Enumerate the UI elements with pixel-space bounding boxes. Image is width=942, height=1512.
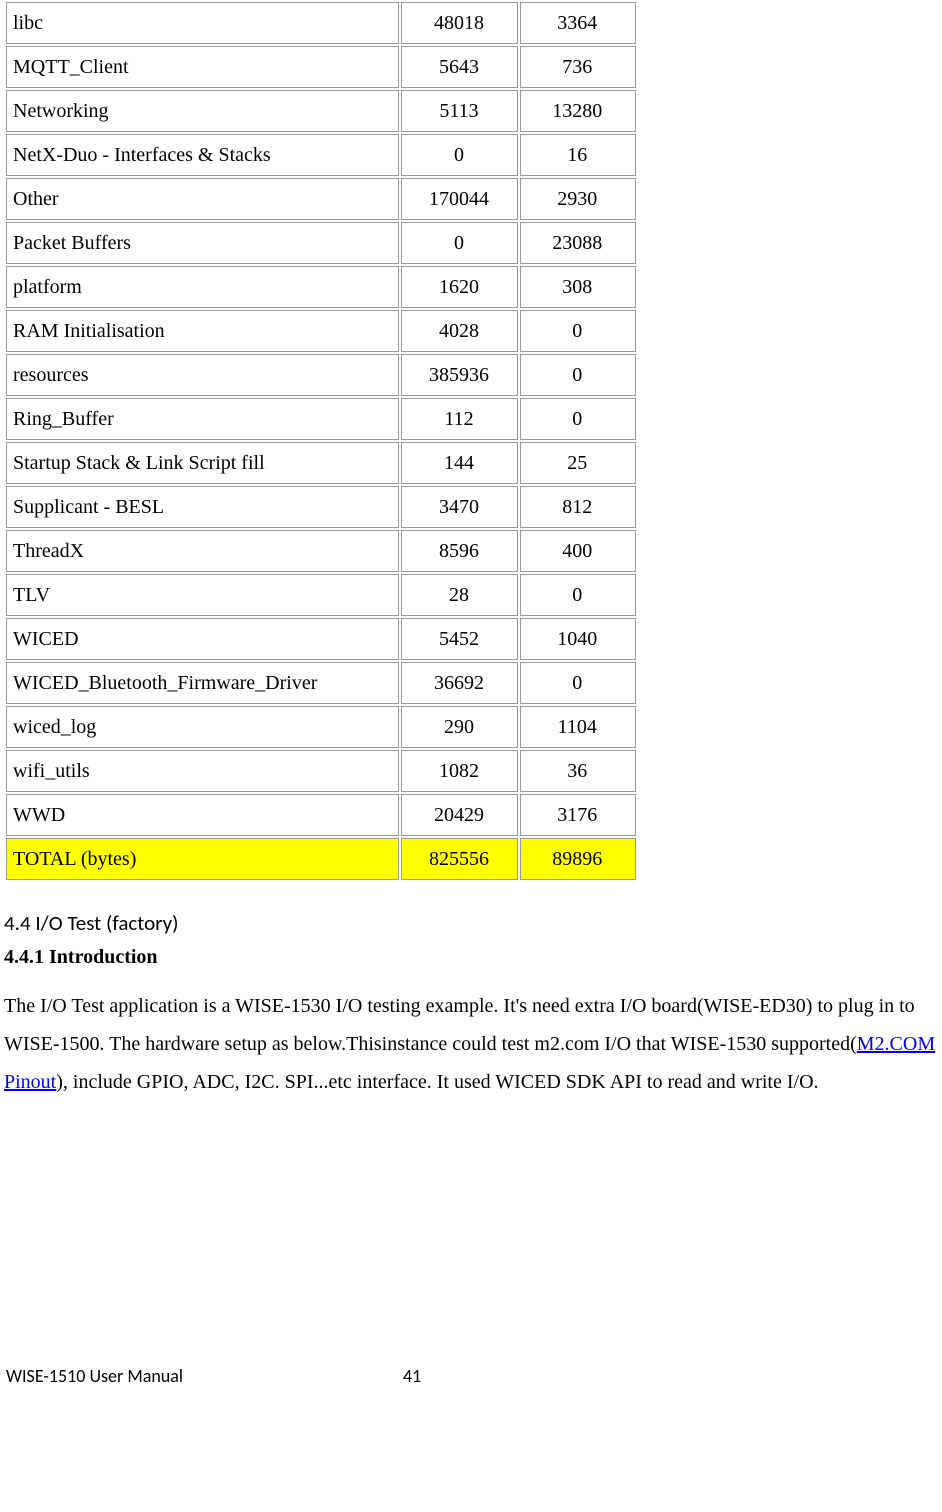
module-name-cell: WICED	[6, 618, 399, 660]
module-name-cell: Packet Buffers	[6, 222, 399, 264]
value-a-cell: 144	[401, 442, 518, 484]
total-label-cell: TOTAL (bytes)	[6, 838, 399, 880]
table-row: WICED54521040	[6, 618, 636, 660]
value-b-cell: 3364	[520, 2, 636, 44]
module-name-cell: Networking	[6, 90, 399, 132]
module-name-cell: RAM Initialisation	[6, 310, 399, 352]
value-a-cell: 0	[401, 134, 518, 176]
module-name-cell: platform	[6, 266, 399, 308]
table-row: WICED_Bluetooth_Firmware_Driver366920	[6, 662, 636, 704]
value-a-cell: 112	[401, 398, 518, 440]
module-name-cell: Startup Stack & Link Script fill	[6, 442, 399, 484]
table-row: platform1620308	[6, 266, 636, 308]
table-row: WWD204293176	[6, 794, 636, 836]
value-b-cell: 400	[520, 530, 636, 572]
module-name-cell: wiced_log	[6, 706, 399, 748]
module-name-cell: Supplicant - BESL	[6, 486, 399, 528]
table-row: ThreadX8596400	[6, 530, 636, 572]
value-b-cell: 2930	[520, 178, 636, 220]
footer-doc-title: WISE-1510 User Manual	[6, 1365, 183, 1387]
value-a-cell: 1620	[401, 266, 518, 308]
module-name-cell: libc	[6, 2, 399, 44]
value-b-cell: 25	[520, 442, 636, 484]
table-row: NetX-Duo - Interfaces & Stacks016	[6, 134, 636, 176]
page-footer: WISE-1510 User Manual 41	[0, 1361, 942, 1391]
table-total-row: TOTAL (bytes)82555689896	[6, 838, 636, 880]
table-row: wiced_log2901104	[6, 706, 636, 748]
intro-paragraph: The I/O Test application is a WISE-1530 …	[4, 987, 938, 1101]
table-row: Packet Buffers023088	[6, 222, 636, 264]
value-a-cell: 4028	[401, 310, 518, 352]
value-a-cell: 8596	[401, 530, 518, 572]
value-a-cell: 36692	[401, 662, 518, 704]
value-b-cell: 0	[520, 398, 636, 440]
value-b-cell: 0	[520, 574, 636, 616]
value-a-cell: 0	[401, 222, 518, 264]
value-b-cell: 812	[520, 486, 636, 528]
sub-section-heading: 4.4.1 Introduction	[4, 946, 938, 969]
module-name-cell: NetX-Duo - Interfaces & Stacks	[6, 134, 399, 176]
value-a-cell: 3470	[401, 486, 518, 528]
value-b-cell: 0	[520, 310, 636, 352]
paragraph-text-pre: The I/O Test application is a WISE-1530 …	[4, 995, 915, 1055]
value-a-cell: 48018	[401, 2, 518, 44]
total-b-cell: 89896	[520, 838, 636, 880]
value-a-cell: 290	[401, 706, 518, 748]
table-row: wifi_utils108236	[6, 750, 636, 792]
section-heading: 4.4 I/O Test (factory)	[4, 910, 938, 936]
footer-page-number: 41	[403, 1365, 421, 1387]
module-name-cell: TLV	[6, 574, 399, 616]
value-b-cell: 0	[520, 354, 636, 396]
module-name-cell: ThreadX	[6, 530, 399, 572]
value-b-cell: 13280	[520, 90, 636, 132]
value-a-cell: 5452	[401, 618, 518, 660]
value-a-cell: 28	[401, 574, 518, 616]
value-b-cell: 1040	[520, 618, 636, 660]
module-name-cell: WWD	[6, 794, 399, 836]
module-name-cell: WICED_Bluetooth_Firmware_Driver	[6, 662, 399, 704]
value-a-cell: 385936	[401, 354, 518, 396]
value-b-cell: 736	[520, 46, 636, 88]
table-row: Networking511313280	[6, 90, 636, 132]
value-b-cell: 3176	[520, 794, 636, 836]
table-row: resources3859360	[6, 354, 636, 396]
value-a-cell: 170044	[401, 178, 518, 220]
table-row: TLV280	[6, 574, 636, 616]
table-row: libc480183364	[6, 2, 636, 44]
value-b-cell: 1104	[520, 706, 636, 748]
paragraph-text-post: ), include GPIO, ADC, I2C. SPI...etc int…	[56, 1071, 818, 1093]
table-row: Ring_Buffer1120	[6, 398, 636, 440]
table-row: Other1700442930	[6, 178, 636, 220]
value-b-cell: 16	[520, 134, 636, 176]
value-a-cell: 1082	[401, 750, 518, 792]
memory-usage-table: libc480183364MQTT_Client5643736Networkin…	[4, 0, 638, 882]
value-b-cell: 308	[520, 266, 636, 308]
module-name-cell: wifi_utils	[6, 750, 399, 792]
module-name-cell: Ring_Buffer	[6, 398, 399, 440]
value-a-cell: 5643	[401, 46, 518, 88]
value-a-cell: 20429	[401, 794, 518, 836]
value-b-cell: 0	[520, 662, 636, 704]
module-name-cell: Other	[6, 178, 399, 220]
value-a-cell: 5113	[401, 90, 518, 132]
module-name-cell: resources	[6, 354, 399, 396]
table-row: Supplicant - BESL3470812	[6, 486, 636, 528]
value-b-cell: 36	[520, 750, 636, 792]
module-name-cell: MQTT_Client	[6, 46, 399, 88]
value-b-cell: 23088	[520, 222, 636, 264]
total-a-cell: 825556	[401, 838, 518, 880]
table-row: MQTT_Client5643736	[6, 46, 636, 88]
table-row: RAM Initialisation40280	[6, 310, 636, 352]
table-row: Startup Stack & Link Script fill14425	[6, 442, 636, 484]
